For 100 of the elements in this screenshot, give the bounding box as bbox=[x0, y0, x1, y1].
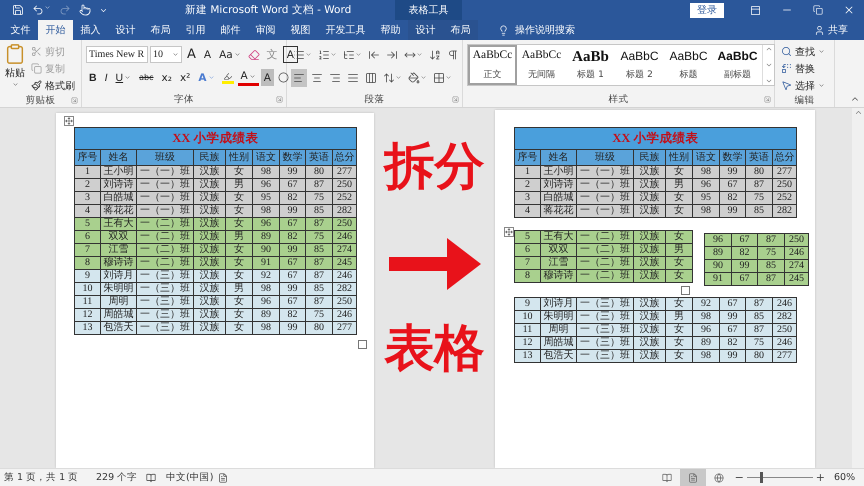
table-cell: 女 bbox=[666, 270, 693, 283]
ribbon-tab[interactable]: 开始 bbox=[38, 20, 73, 40]
table-resize-handle[interactable] bbox=[358, 340, 367, 349]
undo-button[interactable] bbox=[32, 4, 51, 16]
table-cell: 67 bbox=[732, 273, 758, 286]
table-cell: 99 bbox=[720, 205, 746, 218]
table-cell: 87 bbox=[758, 273, 785, 286]
shading-button[interactable]: A bbox=[260, 69, 274, 86]
italic-button[interactable]: I bbox=[102, 69, 111, 86]
style-label: 正文 bbox=[484, 68, 502, 81]
clipboard-icon bbox=[4, 43, 26, 65]
table-resize-handle[interactable] bbox=[681, 286, 690, 295]
border-button[interactable]: A bbox=[282, 46, 298, 63]
touch-mode-button[interactable] bbox=[79, 4, 91, 16]
view-button[interactable] bbox=[680, 469, 706, 486]
shrink-button[interactable]: A bbox=[200, 46, 214, 63]
paintbrush-icon bbox=[31, 80, 42, 91]
style-preview: AaBbCc bbox=[522, 49, 562, 61]
ribbon-tab[interactable]: 引用 bbox=[178, 20, 213, 40]
bold-button[interactable]: B bbox=[86, 69, 100, 86]
pilcrow-icon bbox=[447, 48, 459, 60]
up-icon bbox=[764, 45, 772, 53]
font-name-field[interactable]: Times New R bbox=[86, 46, 148, 63]
font-size-field[interactable]: 10 bbox=[150, 46, 182, 63]
page-count: 第 1 页，共 1 页 bbox=[4, 471, 80, 484]
ribbon-tab[interactable]: 布局 bbox=[443, 20, 478, 40]
table-cell: 80 bbox=[306, 322, 333, 335]
sub-button[interactable]: x₂ bbox=[158, 69, 175, 86]
outdent-icon bbox=[368, 48, 380, 60]
ribbon-tab[interactable]: 开发工具 bbox=[318, 20, 373, 40]
replace-button[interactable]: 替换 bbox=[779, 61, 827, 76]
table-cell: 女 bbox=[666, 350, 693, 363]
annotation-text: 拆分 bbox=[384, 138, 484, 194]
style-item[interactable]: AaBbCc 正文 bbox=[468, 45, 517, 85]
style-preview: AaBbC bbox=[620, 49, 659, 63]
tell-me-search[interactable]: 操作说明搜索 bbox=[492, 20, 581, 40]
alignment-button[interactable] bbox=[291, 68, 307, 86]
case-button[interactable]: Aa bbox=[216, 46, 244, 63]
language: 中文(中国) bbox=[166, 471, 214, 484]
table-cell: 245 bbox=[785, 273, 809, 286]
table-cell: 277 bbox=[333, 322, 357, 335]
book-icon bbox=[662, 472, 672, 482]
table-cell: 女 bbox=[666, 205, 693, 218]
table-cell: 99 bbox=[280, 322, 306, 335]
sup-button[interactable]: x² bbox=[176, 69, 194, 86]
style-preview: AaBbC bbox=[717, 49, 758, 63]
ribbon-tab[interactable]: 设计 bbox=[108, 20, 143, 40]
ribbon-tab[interactable]: 视图 bbox=[283, 20, 318, 40]
zoom-in-button[interactable]: + bbox=[812, 471, 828, 484]
table-move-handle[interactable] bbox=[64, 116, 74, 126]
table-cell: 穆诗诗 bbox=[541, 270, 577, 283]
annotation-text: 表格 bbox=[384, 320, 484, 376]
search-icon bbox=[781, 46, 792, 57]
undo-icon bbox=[32, 4, 44, 16]
redo-icon bbox=[59, 4, 71, 16]
table-cell: 女 bbox=[226, 322, 253, 335]
restore-icon bbox=[812, 5, 822, 15]
globe-icon bbox=[714, 472, 724, 482]
table-cell: 汉族 bbox=[634, 270, 666, 283]
hand-icon bbox=[79, 4, 91, 16]
save-button[interactable] bbox=[12, 4, 24, 16]
table-cell: 282 bbox=[773, 205, 797, 218]
style-preview: AaBb bbox=[572, 49, 609, 66]
find-button[interactable]: 查找 bbox=[779, 44, 827, 59]
strike-button[interactable]: abc bbox=[136, 69, 156, 86]
ribbon-tab[interactable]: 设计 bbox=[408, 20, 443, 40]
highlighter-icon bbox=[222, 72, 234, 84]
paste-button[interactable]: 粘贴 bbox=[4, 43, 26, 93]
sign-in-button[interactable]: 登录 bbox=[690, 2, 724, 18]
painter-button[interactable]: 格式刷 bbox=[29, 78, 77, 93]
scrollbar[interactable] bbox=[852, 108, 864, 468]
share-button[interactable]: 共享 bbox=[808, 20, 854, 40]
proofing-icon bbox=[146, 472, 156, 482]
table-title: XX 小学成绩表 bbox=[515, 128, 797, 150]
up-icon bbox=[854, 108, 862, 117]
ribbon-tab[interactable]: 审阅 bbox=[248, 20, 283, 40]
table-cell: 一（三）班 bbox=[137, 322, 194, 335]
align-left-icon bbox=[293, 72, 305, 84]
style-label: 标题 1 bbox=[577, 68, 604, 81]
group-label: 字体 bbox=[174, 93, 194, 106]
select-button[interactable]: 选择 bbox=[779, 78, 827, 93]
context-group-label: 表格工具 bbox=[408, 4, 448, 17]
ribbon-tab[interactable]: 布局 bbox=[143, 20, 178, 40]
ribbon-tab[interactable]: 文件 bbox=[3, 20, 38, 40]
zoom-out-button[interactable]: − bbox=[732, 471, 747, 484]
borders-icon bbox=[433, 72, 445, 84]
effect-button[interactable]: A bbox=[195, 69, 218, 86]
table-cell: 蒋花花 bbox=[541, 205, 577, 218]
macro-icon bbox=[218, 472, 228, 482]
grow-button[interactable]: A bbox=[184, 46, 199, 63]
underline-button[interactable]: U bbox=[112, 69, 134, 86]
table-move-handle[interactable] bbox=[504, 227, 514, 237]
ribbon-tab[interactable]: 插入 bbox=[73, 20, 108, 40]
table-cell: 汉族 bbox=[634, 350, 666, 363]
ribbon-tab[interactable]: 帮助 bbox=[373, 20, 408, 40]
style-label: 标题 2 bbox=[626, 68, 653, 81]
pointer-icon bbox=[781, 80, 792, 91]
lightbulb-icon bbox=[498, 24, 509, 36]
slider-thumb[interactable] bbox=[760, 472, 763, 483]
ribbon-tab[interactable]: 邮件 bbox=[213, 20, 248, 40]
